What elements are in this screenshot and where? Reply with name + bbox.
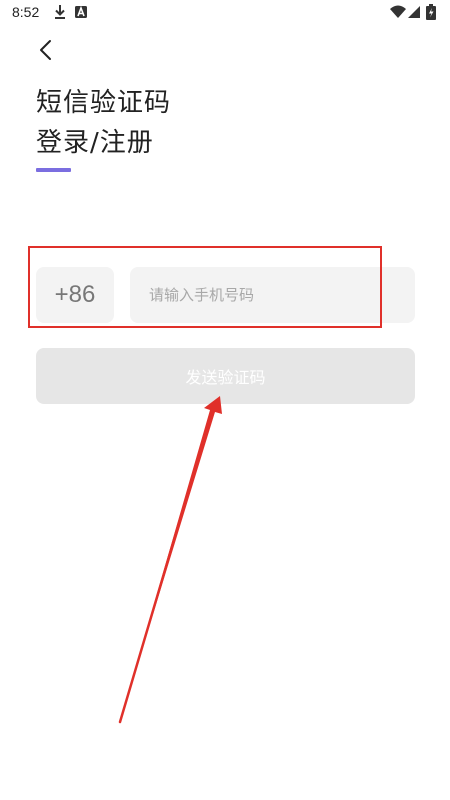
status-time: 8:52 [12, 4, 40, 20]
page-title-line1: 短信验证码 [36, 88, 172, 118]
back-button[interactable] [30, 34, 62, 66]
battery-charging-icon [426, 4, 436, 20]
signal-icon [408, 6, 420, 18]
notification-a-icon [75, 5, 87, 18]
page-title-line2: 登录/注册 [36, 128, 154, 158]
chevron-left-icon [40, 40, 51, 60]
title-accent-bar [36, 168, 71, 172]
wifi-icon [390, 5, 406, 18]
country-code-selector[interactable]: +86 [36, 267, 114, 323]
status-bar: 8:52 [0, 0, 450, 24]
phone-number-input[interactable] [130, 267, 415, 323]
send-code-button[interactable]: 发送验证码 [36, 348, 415, 404]
download-icon [55, 5, 65, 19]
